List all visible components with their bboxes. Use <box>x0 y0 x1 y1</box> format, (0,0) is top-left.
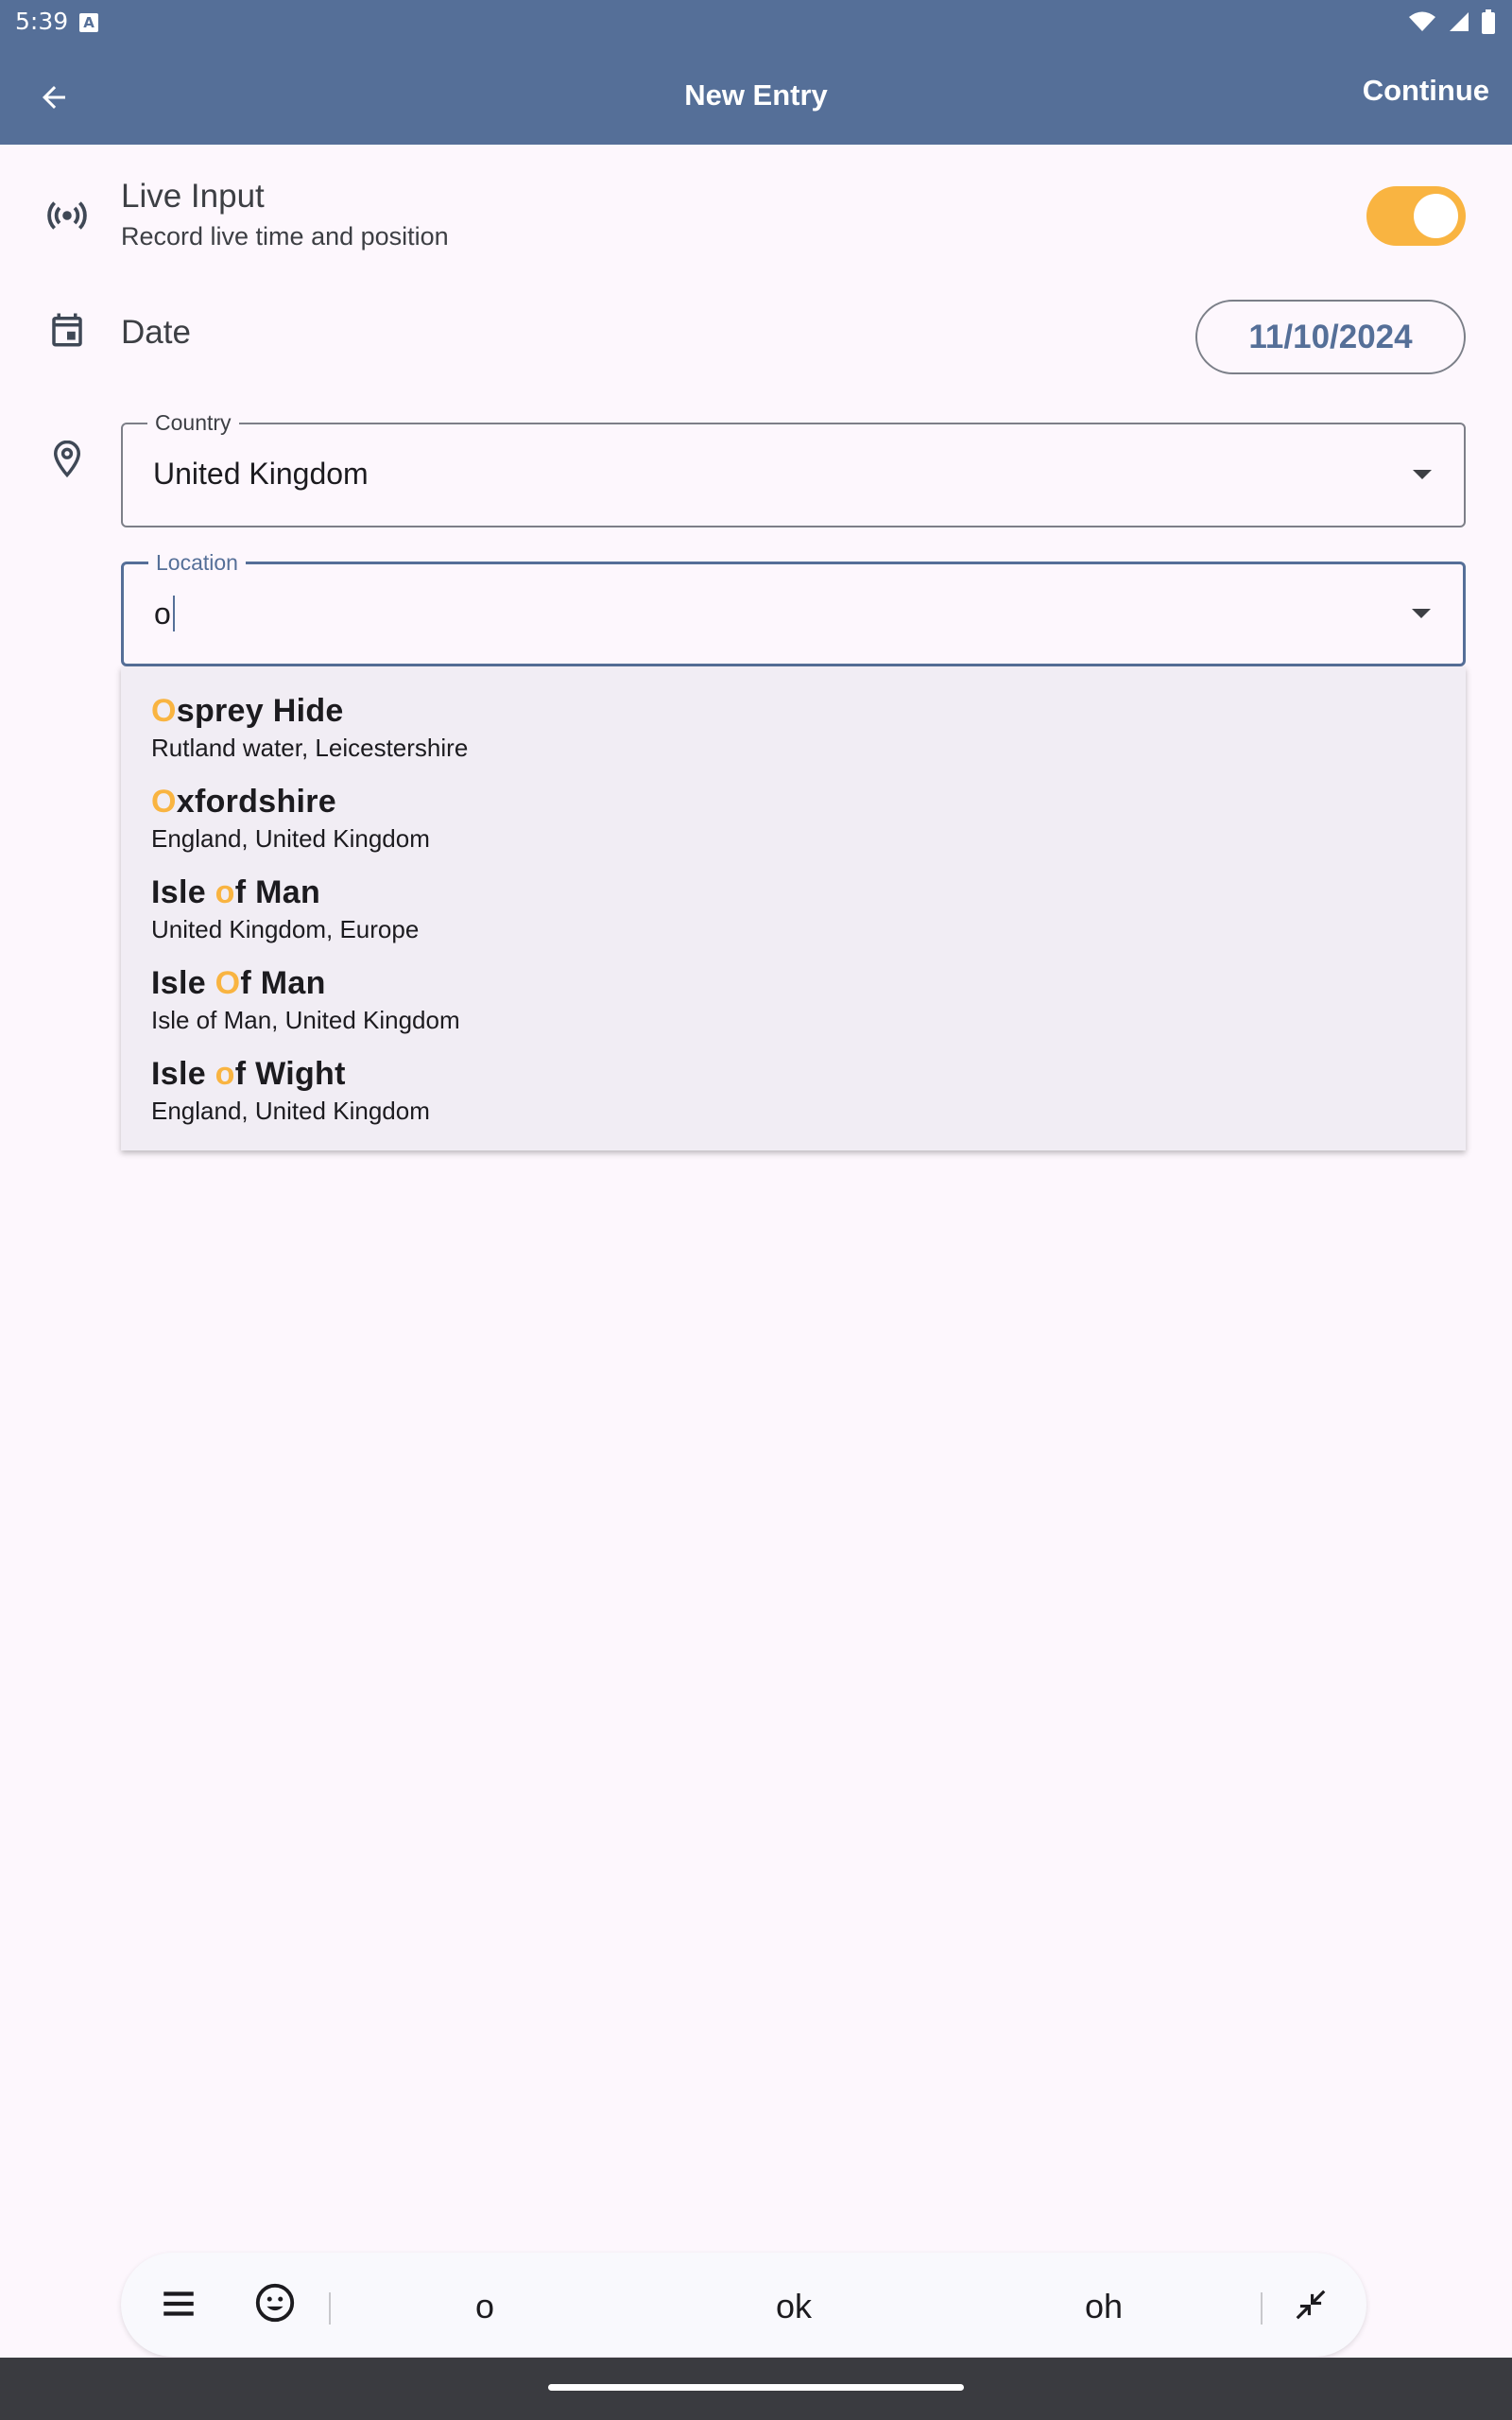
suggestion-title: Isle of Wight <box>151 1056 346 1092</box>
location-value-wrap: o <box>154 596 175 631</box>
suggestion-subtitle: Rutland water, Leicestershire <box>151 734 469 762</box>
suggestion-title: Oxfordshire <box>151 784 337 820</box>
status-icons <box>1408 9 1495 34</box>
keyboard-suggestion[interactable]: oh <box>1009 2287 1198 2326</box>
country-label: Country <box>147 410 239 436</box>
continue-button[interactable]: Continue <box>1363 74 1489 108</box>
page-title: New Entry <box>684 78 828 112</box>
navigation-bar <box>0 2358 1512 2420</box>
wifi-icon <box>1409 11 1435 31</box>
location-pin-icon <box>43 435 91 482</box>
location-suggestions-list: Osprey Hide Rutland water, Leicestershir… <box>121 666 1466 1150</box>
suggestion-title: Isle Of Man <box>151 965 326 1001</box>
suggestion-item[interactable]: Isle of Wight England, United Kingdom <box>121 1056 1466 1147</box>
calendar-icon <box>43 306 91 354</box>
keyboard-suggestion[interactable]: o <box>390 2287 579 2326</box>
notification-a-icon: A <box>79 13 98 32</box>
suggestion-item[interactable]: Osprey Hide Rutland water, Leicestershir… <box>121 693 1466 784</box>
toggle-knob <box>1414 194 1458 238</box>
location-input[interactable]: Location o <box>121 550 1466 666</box>
live-input-title: Live Input <box>121 178 265 215</box>
suggestion-subtitle: United Kingdom, Europe <box>151 915 420 943</box>
keyboard-suggestion-strip: o ok oh <box>121 2253 1366 2357</box>
text-caret <box>172 596 175 631</box>
date-picker-button[interactable]: 11/10/2024 <box>1195 300 1466 374</box>
suggestion-subtitle: England, United Kingdom <box>151 1097 430 1125</box>
country-select[interactable]: Country United Kingdom <box>121 410 1466 527</box>
location-label: Location <box>148 550 246 576</box>
battery-icon <box>1482 9 1495 34</box>
keyboard-suggestion[interactable]: ok <box>699 2287 888 2326</box>
dropdown-arrow-icon[interactable] <box>1413 470 1432 479</box>
suggestion-item[interactable]: Isle Of Man Isle of Man, United Kingdom <box>121 965 1466 1056</box>
status-bar: 5:39 A <box>0 0 1512 47</box>
live-input-subtitle: Record live time and position <box>121 222 449 251</box>
collapse-keyboard-icon[interactable] <box>1293 2287 1329 2327</box>
emoji-icon[interactable] <box>253 2281 297 2329</box>
home-gesture-handle[interactable] <box>548 2384 964 2391</box>
suggestion-subtitle: England, United Kingdom <box>151 824 430 853</box>
menu-icon[interactable] <box>159 2284 198 2328</box>
suggestion-item[interactable]: Isle of Man United Kingdom, Europe <box>121 874 1466 965</box>
suggestion-title: Isle of Man <box>151 874 321 910</box>
location-value: o <box>154 596 171 631</box>
divider <box>1261 2292 1263 2325</box>
status-time: 5:39 <box>15 8 69 35</box>
live-input-toggle[interactable] <box>1366 186 1466 246</box>
divider <box>329 2292 331 2325</box>
broadcast-icon <box>43 192 91 239</box>
country-value: United Kingdom <box>153 457 369 491</box>
cell-signal-icon <box>1450 12 1469 31</box>
app-bar: New Entry Continue <box>0 47 1512 145</box>
suggestion-subtitle: Isle of Man, United Kingdom <box>151 1006 460 1034</box>
suggestion-title: Osprey Hide <box>151 693 344 729</box>
dropdown-arrow-icon[interactable] <box>1412 609 1431 618</box>
date-label: Date <box>121 314 191 351</box>
suggestion-item[interactable]: Oxfordshire England, United Kingdom <box>121 784 1466 874</box>
